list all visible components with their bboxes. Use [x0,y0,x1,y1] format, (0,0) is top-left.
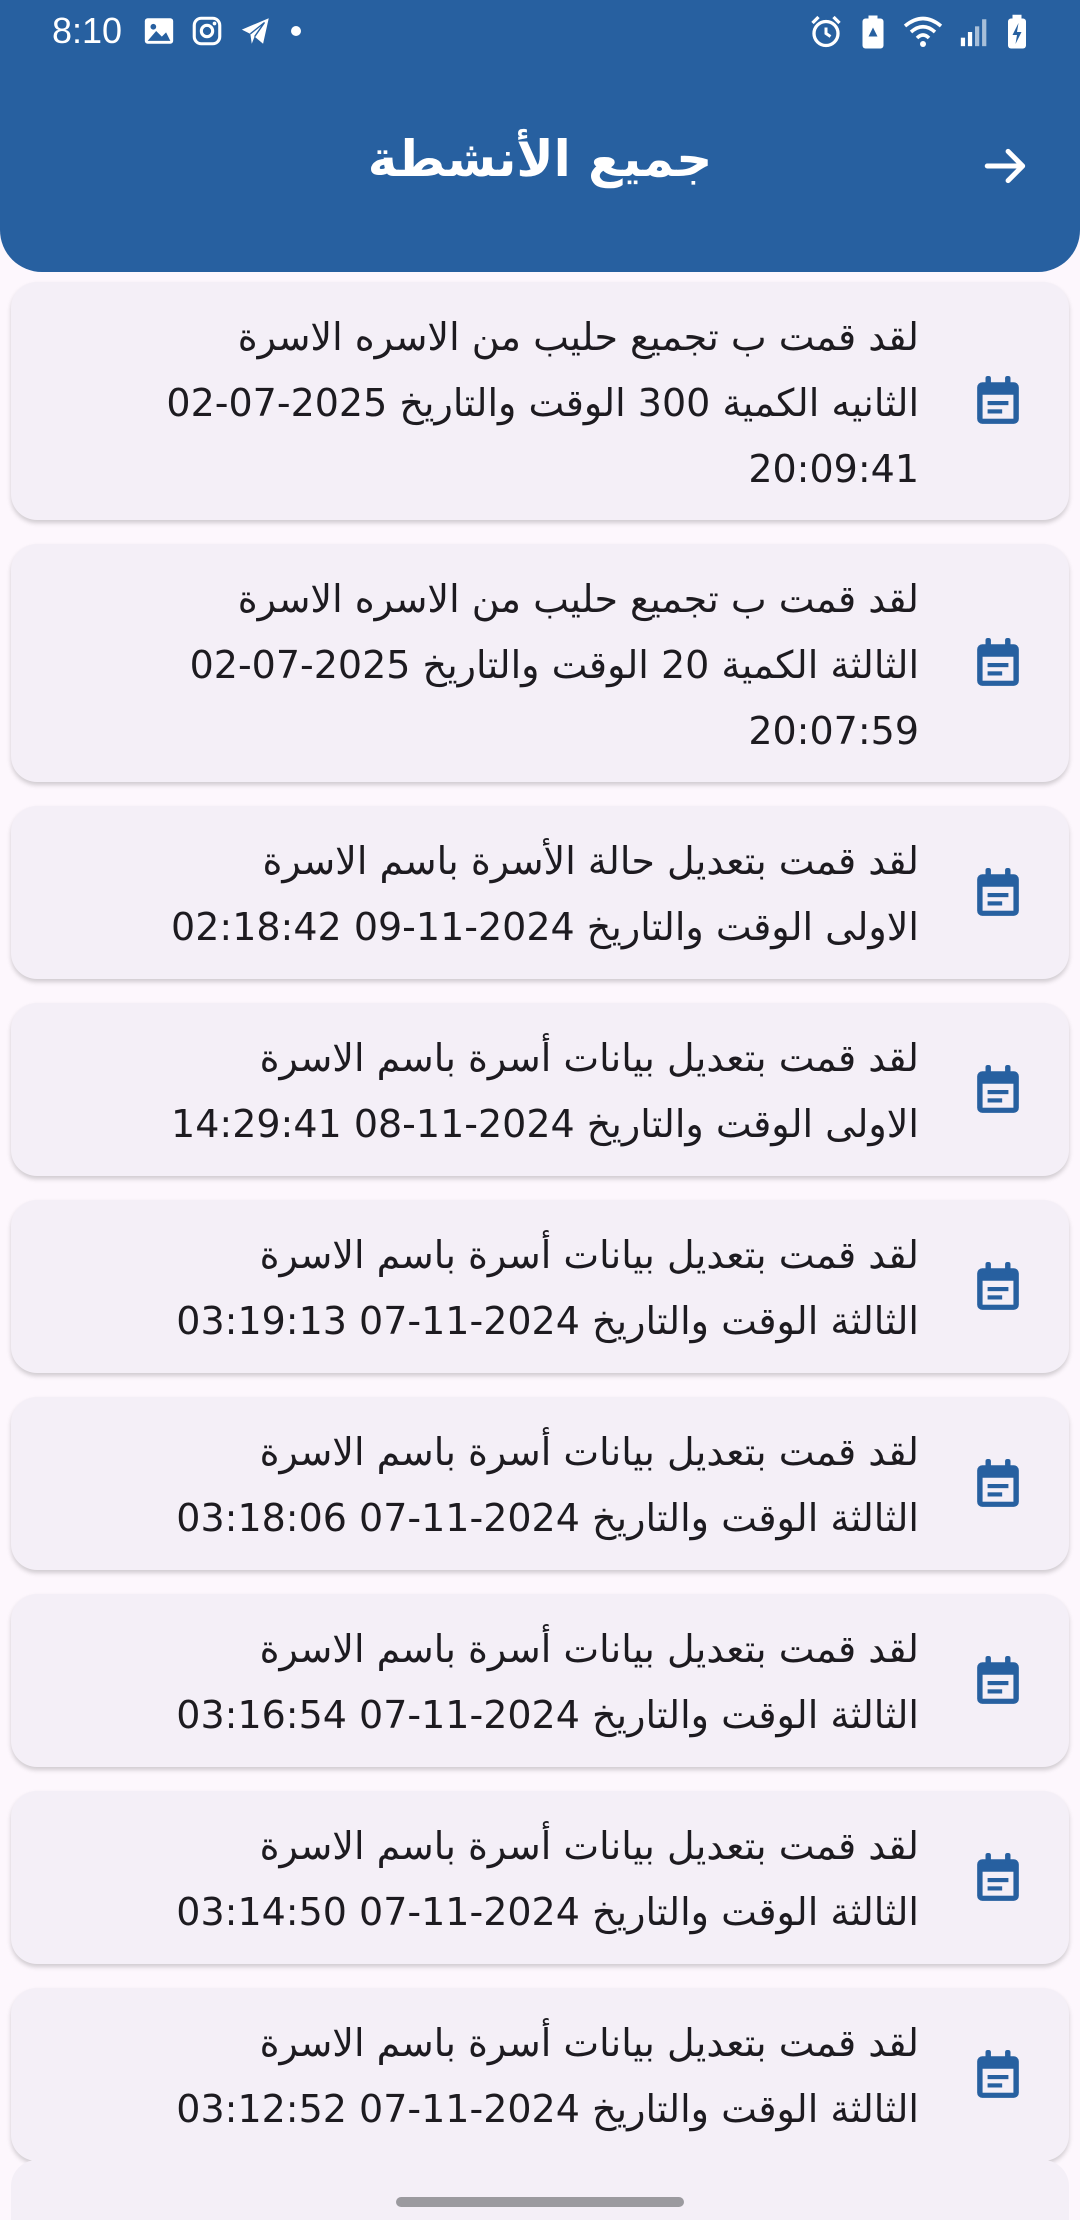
calendar-icon [977,867,1019,916]
telegram-icon [241,18,269,44]
activity-text: لقد قمت بتعديل بيانات أسرة باسم الاسرة ا… [176,2021,919,2131]
signal-icon [960,19,987,47]
back-button[interactable] [978,138,1034,194]
activity-card[interactable]: لقد قمت بتعديل بيانات أسرة باسم الاسرة ا… [11,1791,1069,1964]
activity-card[interactable]: لقد قمت بتعديل بيانات أسرة باسم الاسرة ا… [11,1003,1069,1176]
image-icon [144,18,174,44]
status-system-icons [808,14,1028,50]
dot-icon [291,26,301,36]
battery-charging-icon [1008,14,1026,49]
wifi-icon [903,16,943,47]
activity-list[interactable]: لقد قمت ب تجميع حليب من الاسره الاسرة ال… [11,282,1069,2185]
activity-card[interactable]: لقد قمت بتعديل بيانات أسرة باسم الاسرة ا… [11,1988,1069,2161]
gesture-nav-bar [0,2160,1080,2220]
activity-text: لقد قمت ب تجميع حليب من الاسره الاسرة ال… [166,315,919,491]
activity-text: لقد قمت بتعديل بيانات أسرة باسم الاسرة ا… [176,1430,919,1540]
arrow-right-icon [984,148,1026,184]
activity-card[interactable]: لقد قمت ب تجميع حليب من الاسره الاسرة ال… [11,282,1069,520]
page-title: جميع الأنشطة [367,130,713,188]
activity-text: لقد قمت بتعديل بيانات أسرة باسم الاسرة ا… [171,1036,919,1146]
calendar-icon [977,376,1019,424]
calendar-icon [977,2049,1019,2098]
calendar-icon [977,1655,1019,1704]
activity-card[interactable]: لقد قمت ب تجميع حليب من الاسره الاسرة ال… [11,544,1069,782]
calendar-icon [977,638,1019,686]
activity-card[interactable]: لقد قمت بتعديل بيانات أسرة باسم الاسرة ا… [11,1397,1069,1570]
battery-saver-icon [862,15,884,49]
calendar-icon [977,1852,1019,1901]
activity-card[interactable]: لقد قمت بتعديل بيانات أسرة باسم الاسرة ا… [11,1200,1069,1373]
activity-card[interactable]: لقد قمت بتعديل بيانات أسرة باسم الاسرة ا… [11,1594,1069,1767]
calendar-icon [977,1064,1019,1113]
alarm-icon [811,15,841,48]
activity-text: لقد قمت بتعديل بيانات أسرة باسم الاسرة ا… [176,1233,919,1343]
status-bar: 8:10 [0,0,1080,68]
calendar-icon [977,1261,1019,1310]
home-gesture-handle[interactable] [396,2197,684,2207]
status-time: 8:10 [52,10,123,51]
activity-text: لقد قمت بتعديل بيانات أسرة باسم الاسرة ا… [176,1824,919,1934]
activity-text: لقد قمت بتعديل بيانات أسرة باسم الاسرة ا… [176,1627,919,1737]
activity-text: لقد قمت بتعديل حالة الأسرة باسم الاسرة ا… [171,839,919,949]
activity-text: لقد قمت ب تجميع حليب من الاسره الاسرة ال… [189,577,919,753]
instagram-icon [192,16,222,46]
calendar-icon [977,1458,1019,1507]
activity-card[interactable]: لقد قمت بتعديل حالة الأسرة باسم الاسرة ا… [11,806,1069,979]
status-notification-icons [142,14,304,48]
app-bar: 8:10 جميع الأنشطة [0,0,1080,272]
